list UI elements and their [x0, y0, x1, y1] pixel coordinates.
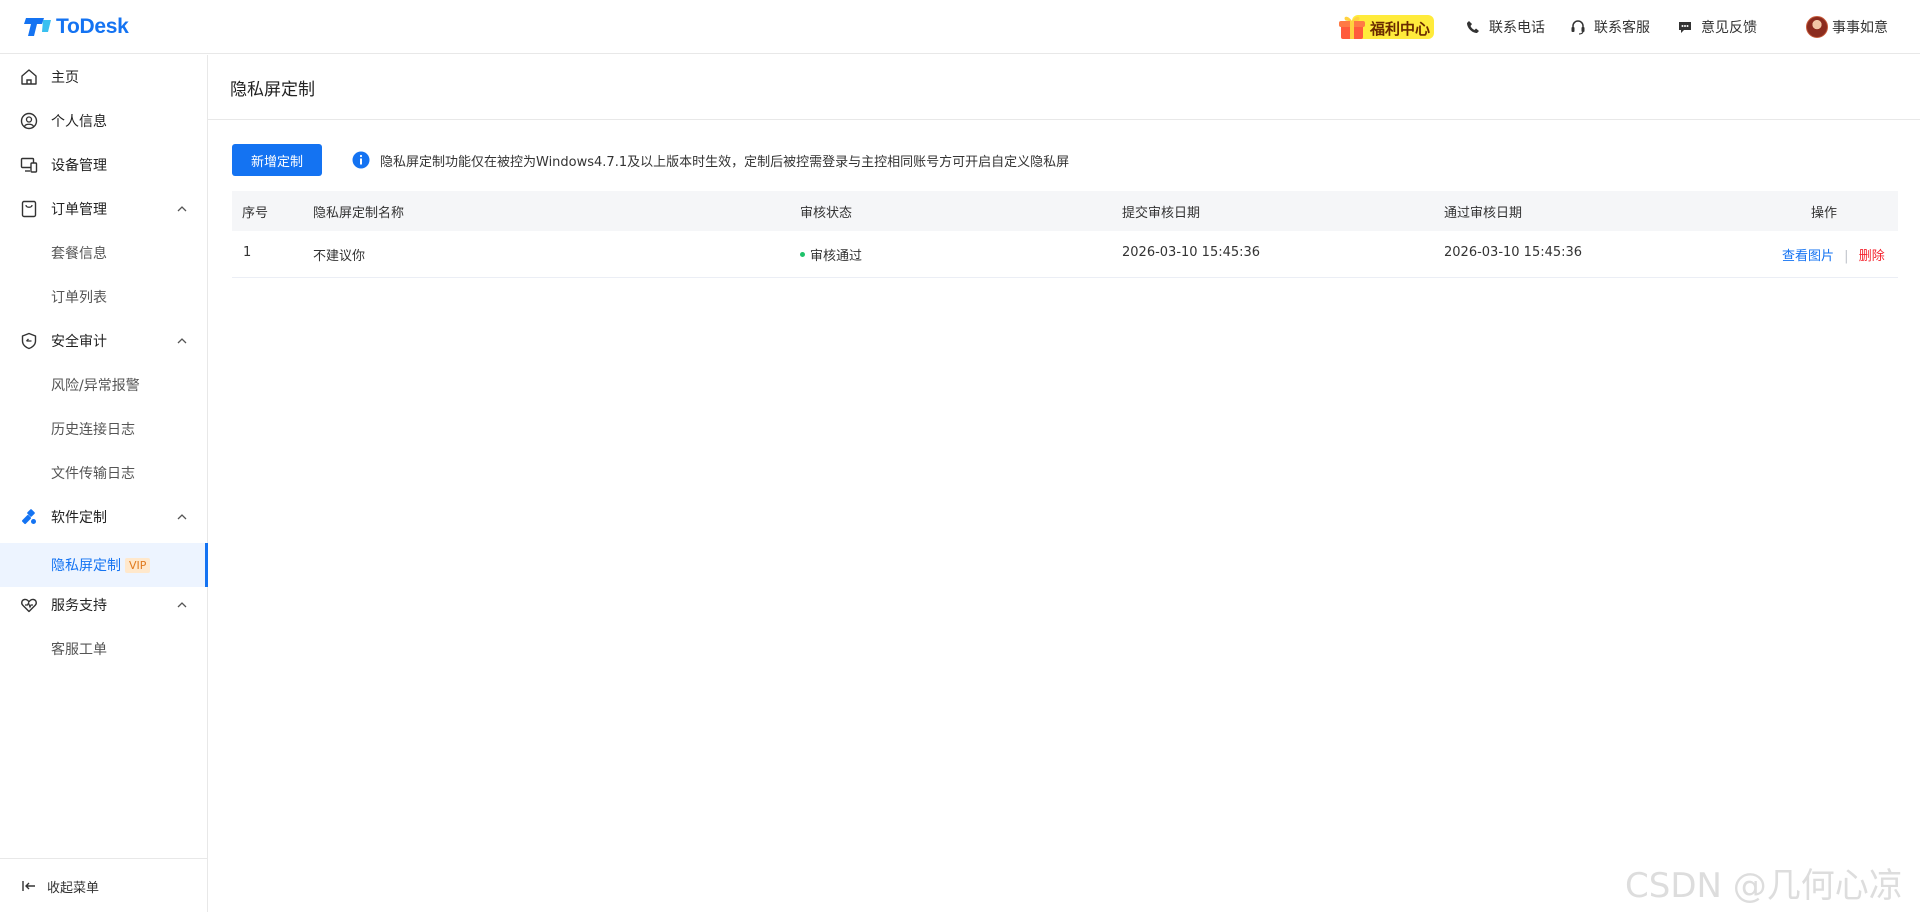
column-header-operation: 操作	[1811, 206, 1838, 221]
main-content: 隐私屏定制 新增定制 隐私屏定制功能仅在被控为Windows4.7.1及以上版本…	[208, 55, 1920, 912]
cell-status: 审核通过	[810, 249, 863, 264]
contact-service-link[interactable]: 联系客服	[1570, 0, 1650, 54]
user-menu[interactable]: 事事如意	[1806, 0, 1888, 54]
order-icon	[21, 200, 37, 218]
chevron-up-icon	[177, 206, 187, 212]
cell-operations: 查看图片 | 删除	[1782, 245, 1885, 264]
sidebar-item-profile[interactable]: 个人信息	[0, 99, 207, 143]
collapse-arrow-icon	[22, 881, 35, 891]
sidebar-item-label: 设备管理	[51, 158, 107, 174]
sidebar-subitem-label: 历史连接日志	[51, 422, 135, 438]
sidebar-item-label: 订单管理	[51, 202, 107, 218]
feedback-link[interactable]: 意见反馈	[1677, 0, 1757, 54]
cell-index: 1	[243, 245, 252, 260]
sidebar-item-orders[interactable]: 订单管理	[0, 187, 207, 231]
sidebar-subitem-privacy-screen[interactable]: 隐私屏定制 VIP	[0, 543, 208, 587]
cell-approve-date: 2026-03-10 15:45:36	[1444, 245, 1583, 260]
page-title: 隐私屏定制	[230, 80, 315, 100]
sidebar-item-home[interactable]: 主页	[0, 55, 207, 99]
welfare-center-button[interactable]: 福利中心	[1338, 14, 1436, 40]
vip-badge: VIP	[125, 558, 151, 573]
todesk-logo[interactable]: ToDesk	[24, 14, 129, 40]
sidebar-item-security-audit[interactable]: 安全审计	[0, 319, 207, 363]
todesk-logo-icon	[24, 18, 51, 36]
sidebar-subitem-label: 套餐信息	[51, 246, 107, 262]
device-icon	[20, 157, 38, 173]
view-image-link[interactable]: 查看图片	[1782, 249, 1834, 264]
column-header-index: 序号	[242, 206, 269, 221]
sidebar-subitem-risk-alarm[interactable]: 风险/异常报警	[0, 363, 207, 407]
home-icon	[21, 69, 37, 85]
customize-icon	[21, 509, 36, 525]
sidebar-item-label: 主页	[51, 70, 79, 86]
sidebar-item-software-customize[interactable]: 软件定制	[0, 495, 207, 539]
delete-link[interactable]: 删除	[1859, 249, 1885, 264]
sidebar-item-label: 服务支持	[51, 598, 107, 614]
sidebar-subitem-order-list[interactable]: 订单列表	[0, 275, 207, 319]
add-customization-button[interactable]: 新增定制	[232, 144, 322, 176]
sidebar-item-label: 软件定制	[51, 510, 107, 526]
collapse-menu-label: 收起菜单	[47, 881, 100, 896]
shield-icon	[21, 332, 37, 350]
headset-icon	[1571, 20, 1585, 35]
gift-icon	[1339, 16, 1365, 39]
sidebar-subitem-package-info[interactable]: 套餐信息	[0, 231, 207, 275]
sidebar-subitem-file-transfer-log[interactable]: 文件传输日志	[0, 451, 207, 495]
chevron-up-icon	[177, 514, 187, 520]
top-header: ToDesk 福利中心 联系电话 联系客服 意见反馈 事事如意	[0, 0, 1920, 54]
sidebar-subitem-label: 隐私屏定制	[51, 558, 121, 574]
feedback-label: 意见反馈	[1701, 20, 1757, 36]
welfare-label: 福利中心	[1370, 20, 1431, 38]
sidebar-subitem-connection-log[interactable]: 历史连接日志	[0, 407, 207, 451]
contact-phone-label: 联系电话	[1489, 20, 1545, 36]
cell-submit-date: 2026-03-10 15:45:36	[1122, 245, 1261, 260]
sidebar-subitem-label: 订单列表	[51, 290, 107, 306]
notice-text: 隐私屏定制功能仅在被控为Windows4.7.1及以上版本时生效，定制后被控需登…	[380, 154, 1070, 170]
sidebar-subitem-label: 风险/异常报警	[51, 378, 140, 394]
user-name: 事事如意	[1832, 20, 1888, 36]
avatar	[1806, 16, 1828, 38]
sidebar-item-support[interactable]: 服务支持	[0, 583, 207, 627]
table-header: 序号 隐私屏定制名称 审核状态 提交审核日期 通过审核日期 操作	[232, 191, 1898, 231]
contact-phone-link[interactable]: 联系电话	[1465, 0, 1545, 54]
sidebar-subitem-label: 文件传输日志	[51, 466, 135, 482]
chevron-up-icon	[177, 338, 187, 344]
info-notice: 隐私屏定制功能仅在被控为Windows4.7.1及以上版本时生效，定制后被控需登…	[352, 148, 1069, 172]
sidebar-item-devices[interactable]: 设备管理	[0, 143, 207, 187]
column-header-approve-date: 通过审核日期	[1444, 206, 1523, 221]
logo-text: ToDesk	[56, 15, 129, 38]
info-icon	[352, 151, 370, 169]
chevron-up-icon	[177, 602, 187, 608]
sidebar-item-label: 安全审计	[51, 334, 107, 350]
sidebar-subitem-service-ticket[interactable]: 客服工单	[0, 627, 207, 671]
cell-name: 不建议你	[313, 249, 366, 264]
user-icon	[20, 112, 38, 130]
sidebar: 主页 个人信息 设备管理 订单管理 套餐信息 订单列表 安全审计 风险/异常报警…	[0, 55, 208, 912]
contact-service-label: 联系客服	[1594, 20, 1650, 36]
phone-icon	[1467, 21, 1479, 33]
heart-support-icon	[21, 598, 37, 613]
table-row: 1 不建议你 审核通过 2026-03-10 15:45:36 2026-03-…	[232, 231, 1898, 278]
watermark: CSDN @几何心凉	[1625, 866, 1903, 906]
column-header-status: 审核状态	[800, 206, 853, 221]
column-header-submit-date: 提交审核日期	[1122, 206, 1201, 221]
column-header-name: 隐私屏定制名称	[313, 206, 405, 221]
collapse-menu-button[interactable]: 收起菜单	[0, 858, 207, 912]
feedback-icon	[1679, 22, 1691, 33]
status-dot	[800, 252, 805, 257]
page-title-bar: 隐私屏定制	[208, 55, 1920, 120]
sidebar-item-label: 个人信息	[51, 114, 107, 130]
sidebar-subitem-label: 客服工单	[51, 642, 107, 658]
op-separator: |	[1844, 249, 1849, 264]
